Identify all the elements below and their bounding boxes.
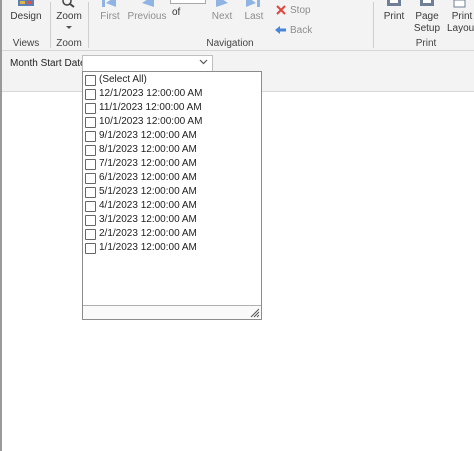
group-label-navigation: Navigation bbox=[206, 38, 254, 49]
next-label: Next bbox=[211, 11, 233, 22]
back-arrow-icon bbox=[275, 26, 286, 34]
zoom-label: Zoom bbox=[56, 11, 82, 22]
next-page-button[interactable]: Next bbox=[208, 0, 236, 30]
next-page-icon bbox=[216, 0, 228, 7]
option-label: 12/1/2023 12:00:00 AM bbox=[99, 88, 203, 99]
checkbox[interactable] bbox=[85, 187, 96, 198]
checkbox[interactable] bbox=[85, 75, 96, 86]
stop-label: Stop bbox=[290, 5, 311, 16]
checkbox[interactable] bbox=[85, 159, 96, 170]
month-start-date-dropdown[interactable] bbox=[82, 55, 213, 72]
print-layout-label-line1: Print bbox=[451, 11, 473, 22]
option-label: 10/1/2023 12:00:00 AM bbox=[99, 116, 203, 127]
option-label: 3/1/2023 12:00:00 AM bbox=[99, 214, 197, 225]
month-start-date-label: Month Start Date bbox=[10, 58, 86, 69]
print-layout-label-line2: Layout bbox=[447, 23, 474, 34]
group-label-zoom: Zoom bbox=[56, 38, 82, 49]
print-layout-button[interactable]: Print Layout bbox=[444, 0, 474, 36]
print-label: Print bbox=[383, 11, 405, 22]
design-icon bbox=[18, 0, 34, 6]
print-button[interactable]: Print bbox=[380, 0, 408, 30]
option-label: 1/1/2023 12:00:00 AM bbox=[99, 242, 197, 253]
page-setup-label-line1: Page bbox=[415, 11, 439, 22]
option-label: 11/1/2023 12:00:00 AM bbox=[99, 102, 202, 113]
page-of-label: of bbox=[172, 7, 181, 18]
magnifier-icon bbox=[62, 0, 75, 8]
group-separator bbox=[88, 2, 89, 48]
option-label: (Select All) bbox=[99, 74, 147, 85]
page-setup-label-line2: Setup bbox=[413, 23, 441, 34]
stop-button[interactable]: Stop bbox=[274, 4, 318, 18]
design-button[interactable]: Design bbox=[10, 0, 42, 36]
first-page-button[interactable]: First bbox=[96, 0, 124, 30]
month-start-date-options-list: (Select All) 12/1/2023 12:00:00 AM 11/1/… bbox=[82, 71, 262, 320]
option-label: 5/1/2023 12:00:00 AM bbox=[99, 186, 197, 197]
checkbox[interactable] bbox=[85, 243, 96, 254]
group-label-views: Views bbox=[12, 38, 40, 49]
first-label: First bbox=[100, 11, 120, 22]
checkbox[interactable] bbox=[85, 173, 96, 184]
group-label-print: Print bbox=[415, 38, 437, 49]
design-label: Design bbox=[10, 11, 42, 22]
option-label: 2/1/2023 12:00:00 AM bbox=[99, 228, 197, 239]
zoom-button[interactable]: Zoom bbox=[54, 0, 84, 36]
checkbox[interactable] bbox=[85, 117, 96, 128]
previous-label: Previous bbox=[127, 11, 167, 22]
option-label: 4/1/2023 12:00:00 AM bbox=[99, 200, 197, 211]
last-page-icon bbox=[246, 0, 260, 7]
checkbox[interactable] bbox=[85, 201, 96, 212]
checkbox[interactable] bbox=[85, 229, 96, 240]
back-label: Back bbox=[290, 25, 313, 36]
checkbox[interactable] bbox=[85, 89, 96, 100]
resize-grip-icon[interactable] bbox=[249, 307, 260, 318]
stop-x-icon bbox=[276, 5, 286, 15]
last-page-button[interactable]: Last bbox=[240, 0, 268, 30]
printer-icon bbox=[387, 0, 401, 6]
option-label: 9/1/2023 12:00:00 AM bbox=[99, 130, 197, 141]
previous-page-button[interactable]: Previous bbox=[126, 0, 168, 30]
checkbox[interactable] bbox=[85, 215, 96, 226]
chevron-down-icon bbox=[66, 26, 72, 29]
checkbox[interactable] bbox=[85, 145, 96, 156]
previous-page-icon bbox=[142, 0, 154, 7]
back-button[interactable]: Back bbox=[274, 23, 318, 37]
page-setup-icon bbox=[420, 0, 434, 6]
group-separator bbox=[373, 2, 374, 48]
group-separator bbox=[50, 2, 51, 48]
current-page-input[interactable] bbox=[170, 0, 206, 4]
chevron-down-icon bbox=[199, 59, 208, 65]
dropdown-footer bbox=[83, 305, 261, 319]
ribbon-toolbar: Design Views Zoom Zoom First Previous of bbox=[2, 0, 474, 51]
option-label: 7/1/2023 12:00:00 AM bbox=[99, 158, 197, 169]
checkbox[interactable] bbox=[85, 131, 96, 142]
print-layout-icon bbox=[453, 0, 466, 8]
last-label: Last bbox=[244, 11, 264, 22]
option-label: 8/1/2023 12:00:00 AM bbox=[99, 144, 197, 155]
checkbox[interactable] bbox=[85, 103, 96, 114]
option-label: 6/1/2023 12:00:00 AM bbox=[99, 172, 197, 183]
page-setup-button[interactable]: Page Setup bbox=[412, 0, 442, 36]
first-page-icon bbox=[102, 0, 116, 7]
